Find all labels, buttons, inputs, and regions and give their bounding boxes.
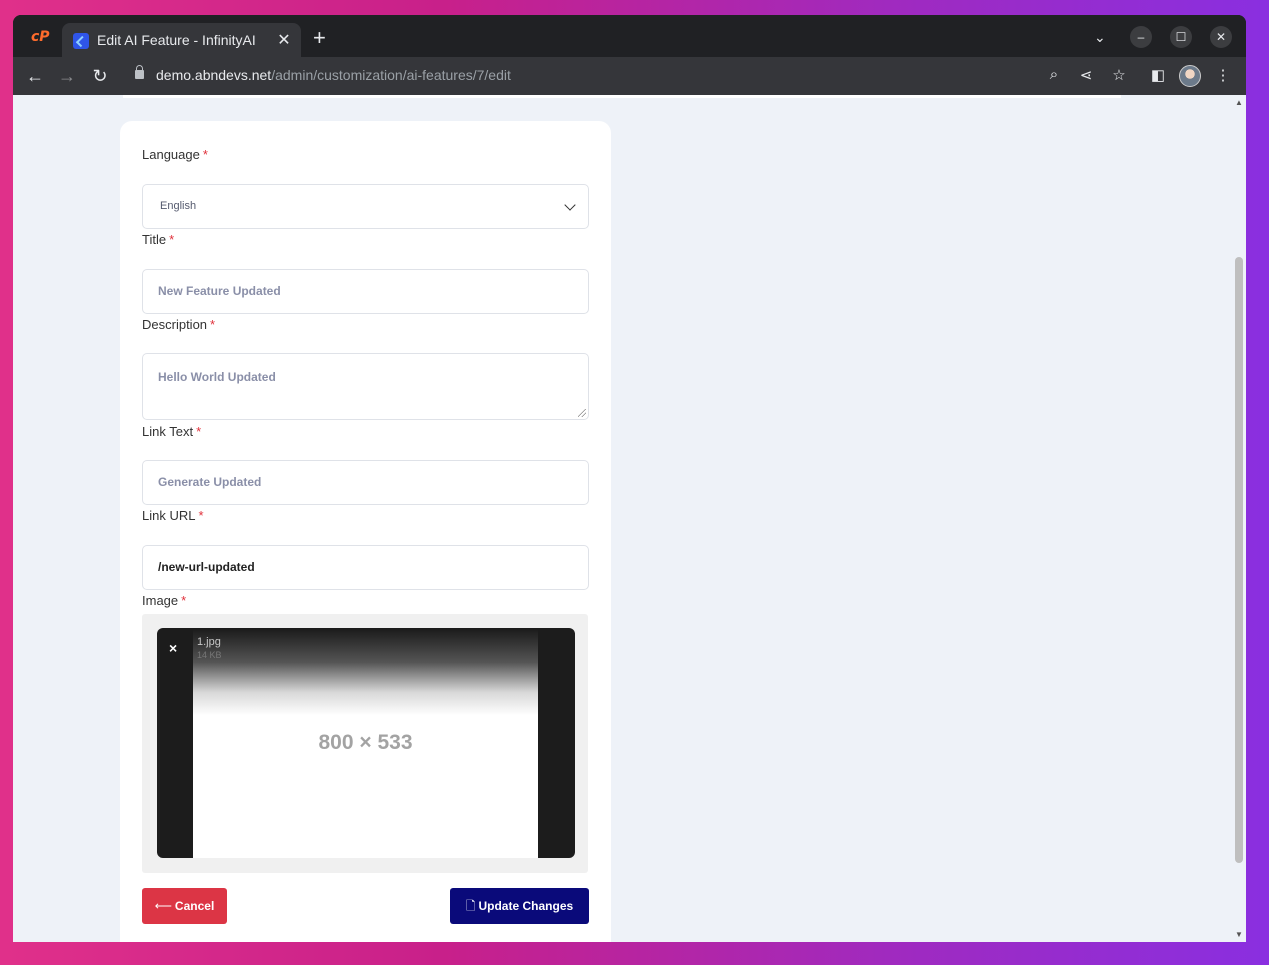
image-file-name: 1.jpg [197, 636, 221, 648]
page-viewport: Language * English Title * New Feature Upd… [13, 95, 1246, 942]
scrollbar-thumb[interactable] [1235, 257, 1243, 863]
tab-strip: cP Edit AI Feature - InfinityAI ✕ + ⌄ – … [13, 15, 1246, 57]
link-text-input[interactable]: Generate Updated [142, 460, 589, 505]
edit-feature-form-card: Language * English Title * New Feature Upd… [120, 121, 611, 942]
image-preview-card: 800 × 533 × 1.jpg 14 KB [157, 628, 575, 858]
update-button-label: Update Changes [478, 899, 574, 913]
back-arrow-icon[interactable]: ← [23, 64, 47, 88]
header-card-edge [123, 95, 1121, 98]
remove-image-icon[interactable]: × [169, 640, 177, 656]
description-label: Description * [142, 317, 216, 332]
forward-arrow-icon[interactable]: → [55, 64, 79, 88]
scroll-up-arrow-icon[interactable]: ▲ [1235, 98, 1243, 107]
address-bar[interactable]: demo.abndevs.net/admin/customization/ai-… [156, 67, 511, 83]
url-path: /admin/customization/ai-features/7/edit [271, 67, 511, 83]
browser-toolbar: ← → ↻ demo.abndevs.net/admin/customizati… [13, 57, 1246, 95]
arrow-left-icon: ⟵ [154, 899, 172, 913]
file-icon: 🗋 [465, 899, 476, 913]
title-label: Title * [142, 232, 175, 247]
language-select-value: English [160, 200, 197, 212]
description-textarea[interactable]: Hello World Updated [142, 353, 589, 420]
tab-close-icon[interactable]: ✕ [275, 30, 293, 50]
image-dropzone[interactable]: 800 × 533 × 1.jpg 14 KB [142, 614, 588, 873]
profile-avatar[interactable] [1179, 65, 1201, 87]
link-url-label: Link URL * [142, 508, 204, 523]
share-icon[interactable]: ⋖ [1076, 66, 1096, 84]
language-label: Language * [142, 147, 208, 162]
scroll-down-arrow-icon[interactable]: ▼ [1235, 930, 1243, 939]
resize-grip-icon[interactable] [578, 409, 586, 417]
menu-kebab-icon[interactable]: ⋮ [1213, 66, 1233, 84]
title-input[interactable]: New Feature Updated [142, 269, 589, 314]
zoom-icon[interactable]: ⌕ [1044, 66, 1064, 83]
reload-icon[interactable]: ↻ [88, 64, 112, 88]
close-window-icon[interactable]: ✕ [1210, 26, 1232, 48]
cancel-button-label: Cancel [174, 899, 215, 913]
image-preview: 800 × 533 [193, 628, 538, 858]
bookmark-star-icon[interactable]: ☆ [1109, 66, 1129, 84]
language-select[interactable]: English [142, 184, 589, 229]
description-placeholder: Hello World Updated [158, 370, 276, 384]
tab-search-chevron-icon[interactable]: ⌄ [1094, 29, 1106, 46]
page-scrollbar[interactable]: ▲ ▼ [1232, 95, 1246, 942]
image-file-size: 14 KB [197, 650, 222, 660]
browser-window: cP Edit AI Feature - InfinityAI ✕ + ⌄ – … [13, 15, 1246, 942]
image-label: Image * [142, 593, 187, 608]
tab-title: Edit AI Feature - InfinityAI [97, 32, 256, 48]
tab-edit-ai-feature[interactable]: Edit AI Feature - InfinityAI ✕ [62, 23, 301, 57]
chevron-down-icon [564, 199, 576, 211]
lock-icon[interactable] [135, 65, 144, 79]
maximize-icon[interactable]: ☐ [1170, 26, 1192, 48]
cpanel-logo[interactable]: cP [31, 29, 50, 45]
link-text-label: Link Text * [142, 424, 202, 439]
url-host: demo.abndevs.net [156, 67, 272, 83]
link-url-input[interactable]: /new-url-updated [142, 545, 589, 590]
new-tab-button[interactable]: + [313, 27, 326, 49]
update-changes-button[interactable]: 🗋 Update Changes [450, 888, 589, 924]
favicon-icon [73, 33, 89, 49]
side-panel-icon[interactable]: ◧ [1148, 66, 1168, 84]
cancel-button[interactable]: ⟵ Cancel [142, 888, 227, 924]
minimize-icon[interactable]: – [1130, 26, 1152, 48]
image-placeholder-dimensions: 800 × 533 [318, 731, 413, 754]
